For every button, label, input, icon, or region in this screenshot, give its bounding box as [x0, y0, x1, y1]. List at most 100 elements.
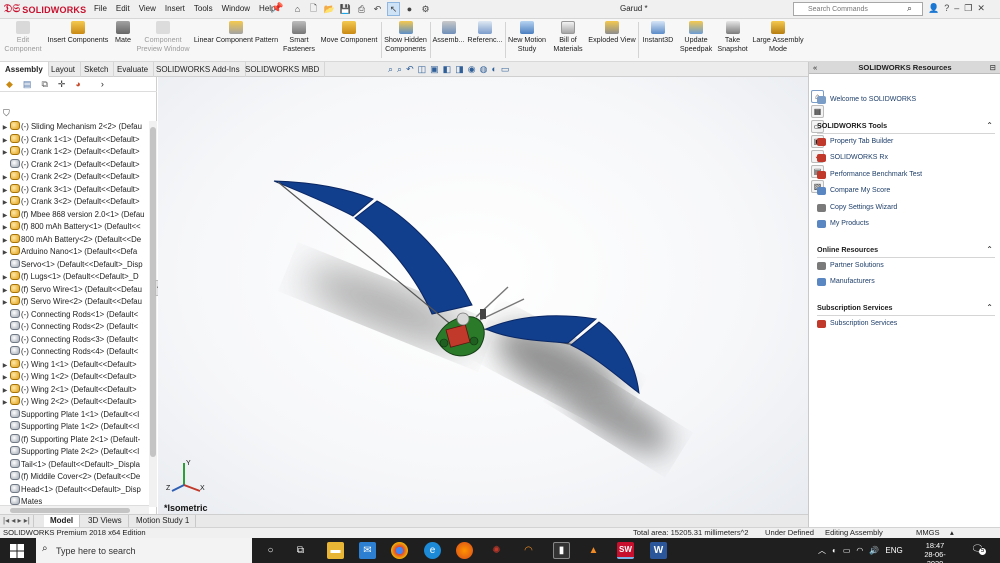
link-copy-settings-wizard[interactable]: Copy Settings Wizard [817, 200, 995, 217]
mail-icon[interactable]: ✉ [359, 542, 376, 559]
tab-evaluate[interactable]: Evaluate [112, 62, 155, 77]
units-selector[interactable]: MMGS [916, 528, 940, 538]
tree-item[interactable]: Servo<1> (Default<<Default>_Disp [0, 258, 148, 272]
tree-item[interactable]: Supporting Plate 1<1> (Default<<I [0, 408, 148, 422]
app-icon[interactable]: ◠ [520, 542, 537, 559]
tree-item[interactable]: ▶ (-) Wing 2<2> (Default<<Default> [0, 396, 148, 409]
gear-icon[interactable]: ⚙ [419, 2, 432, 16]
configuration-manager-icon[interactable]: ⧉ [41, 79, 47, 90]
pin-menu-icon[interactable]: 📌 [271, 3, 283, 14]
large-assembly-mode-button[interactable]: Large Assembly Mode [751, 21, 805, 53]
tree-item[interactable]: (-) Connecting Rods<2> (Default< [0, 321, 148, 334]
matlab-icon[interactable]: ▮ [553, 542, 570, 559]
expand-arrow-icon[interactable]: ▶ [0, 235, 10, 247]
expand-arrow-icon[interactable]: ▶ [0, 197, 10, 209]
expand-arrow-icon[interactable]: ▶ [0, 210, 10, 222]
expand-arrow-icon[interactable]: ▶ [0, 272, 10, 284]
hide-show-icon[interactable]: ◉ [468, 64, 476, 75]
update-speedpak-button[interactable]: Update Speedpak [678, 21, 714, 53]
menu-view[interactable]: View [139, 4, 156, 13]
search-icon[interactable]: ⌕ [907, 3, 912, 14]
tree-item[interactable]: ▶ (-) Wing 1<1> (Default<<Default> [0, 358, 148, 372]
new-motion-study-button[interactable]: New Motion Study [506, 21, 548, 53]
select-arrow-icon[interactable]: ↖ [387, 2, 400, 16]
tree-item[interactable]: ▶ (-) Crank 1<1> (Default<<Default> [0, 133, 148, 147]
expand-arrow-icon[interactable]: ▶ [0, 247, 10, 259]
vlc-icon[interactable]: ▲ [585, 542, 602, 559]
user-icon[interactable]: 👤 [928, 3, 939, 14]
tree-vertical-scrollbar[interactable] [149, 121, 157, 507]
tree-item[interactable]: ▶ (-) Crank 2<2> (Default<<Default> [0, 171, 148, 184]
tree-item[interactable]: ▶ (-) Sliding Mechanism 2<2> (Defau [0, 121, 148, 134]
tree-item[interactable]: ▶ Arduino Nano<1> (Default<<Defa [0, 246, 148, 259]
dynamic-annotation-icon[interactable]: ▣ [430, 64, 439, 75]
menu-insert[interactable]: Insert [165, 4, 185, 13]
tab-layout[interactable]: Layout [46, 62, 82, 77]
tree-item[interactable]: (-) Connecting Rods<4> (Default< [0, 346, 148, 359]
tree-item[interactable]: (-) Connecting Rods<1> (Default< [0, 308, 148, 322]
tree-horizontal-scrollbar[interactable] [0, 505, 149, 514]
section-subscription-services[interactable]: Subscription Services ⌃ [817, 301, 995, 316]
tree-item[interactable]: (-) Crank 2<1> (Default<<Default> [0, 158, 148, 172]
expand-arrow-icon[interactable]: ▶ [0, 122, 10, 134]
apply-scene-icon[interactable]: ◐ [491, 64, 496, 75]
display-style-icon[interactable]: ◨ [455, 64, 464, 75]
bill-of-materials-button[interactable]: Bill of Materials [551, 21, 585, 53]
assembly-features-button[interactable]: Assemb... [432, 21, 465, 44]
linear-component-pattern-button[interactable]: Linear Component Pattern [191, 21, 281, 44]
filter-icon[interactable]: ⛉ [3, 108, 10, 119]
dimxpert-icon[interactable]: ✛ [58, 79, 66, 90]
panel-expand-icon[interactable]: › [101, 79, 104, 89]
tree-item[interactable]: Supporting Plate 1<2> (Default<<I [0, 421, 148, 434]
expand-arrow-icon[interactable]: ▶ [0, 360, 10, 372]
tree-item[interactable]: ▶ (f) Servo Wire<1> (Default<<Defau [0, 283, 148, 297]
network-icon[interactable]: ▭ [843, 546, 851, 555]
link-my-products[interactable]: My Products [817, 216, 995, 233]
taskbar-search-box[interactable]: ⌕ Type here to search [36, 538, 252, 563]
insert-components-button[interactable]: Insert Components [46, 21, 110, 44]
expand-arrow-icon[interactable]: ▶ [0, 372, 10, 384]
zoom-area-icon[interactable]: ⌕ [397, 64, 402, 75]
traffic-light-icon[interactable]: ● [403, 2, 416, 16]
chevron-up-icon[interactable]: ⌃ [986, 301, 993, 315]
link-compare-my-score[interactable]: Compare My Score [817, 183, 995, 200]
tree-item[interactable]: ▶ (-) Wing 2<1> (Default<<Default> [0, 383, 148, 397]
zoom-to-fit-icon[interactable]: ⌕ [388, 64, 393, 75]
expand-arrow-icon[interactable]: ▶ [0, 285, 10, 297]
pin-task-pane-icon[interactable]: ⊟ [990, 62, 996, 74]
print-icon[interactable]: ⎙ [355, 2, 368, 16]
link-solidworks-rx[interactable]: SOLIDWORKS Rx [817, 150, 995, 167]
tree-item[interactable]: ▶ (-) Crank 3<2> (Default<<Default> [0, 196, 148, 209]
tab-sketch[interactable]: Sketch [79, 62, 115, 77]
previous-view-icon[interactable]: ↶ [406, 64, 414, 75]
tree-item[interactable]: ▶ (-) Wing 1<2> (Default<<Default> [0, 371, 148, 384]
welcome-link[interactable]: Welcome to SOLIDWORKS [817, 92, 995, 109]
windows-start-icon[interactable] [10, 544, 24, 558]
search-commands-input[interactable]: Search Commands ⌕ [793, 2, 923, 16]
file-explorer-icon[interactable]: ▬ [327, 542, 344, 559]
show-hidden-icons-icon[interactable]: ︿ [818, 545, 826, 556]
tree-item[interactable]: ▶ (-) Crank 1<2> (Default<<Default> [0, 146, 148, 159]
tree-item[interactable]: ▶ 800 mAh Battery<2> (Default<<De [0, 233, 148, 247]
expand-arrow-icon[interactable]: ▶ [0, 135, 10, 147]
chrome-icon[interactable] [391, 542, 408, 559]
open-folder-icon[interactable]: 📂 [323, 2, 336, 16]
minimize-icon[interactable]: – [954, 3, 959, 14]
expand-arrow-icon[interactable]: ▶ [0, 397, 10, 409]
collapse-task-pane-icon[interactable]: « [813, 62, 817, 74]
expand-arrow-icon[interactable]: ▶ [0, 147, 10, 159]
section-online-resources[interactable]: Online Resources ⌃ [817, 243, 995, 258]
taskbar-clock[interactable]: 18:47 28-06-2020 [918, 541, 952, 563]
notification-center-icon[interactable]: 🗨 5 [971, 544, 986, 556]
tree-item[interactable]: Supporting Plate 2<2> (Default<<I [0, 446, 148, 459]
tree-item[interactable]: ▶ (f) 800 mAh Battery<1> (Default<< [0, 221, 148, 234]
tree-item[interactable]: ▶ (f) Lugs<1> (Default<<Default>_D [0, 271, 148, 284]
tree-item[interactable]: (f) Supporting Plate 2<1> (Default- [0, 433, 148, 447]
expand-arrow-icon[interactable]: ▶ [0, 222, 10, 234]
home-icon[interactable]: ⌂ [291, 2, 304, 16]
graphics-viewport[interactable]: Y X Z *Isometric [158, 77, 808, 514]
tree-item[interactable]: ▶ (-) Crank 3<1> (Default<<Default> [0, 183, 148, 197]
tree-item[interactable]: (f) Middile Cover<2> (Default<<De [0, 471, 148, 484]
menu-tools[interactable]: Tools [194, 4, 213, 13]
instant3d-button[interactable]: Instant3D [640, 21, 676, 44]
